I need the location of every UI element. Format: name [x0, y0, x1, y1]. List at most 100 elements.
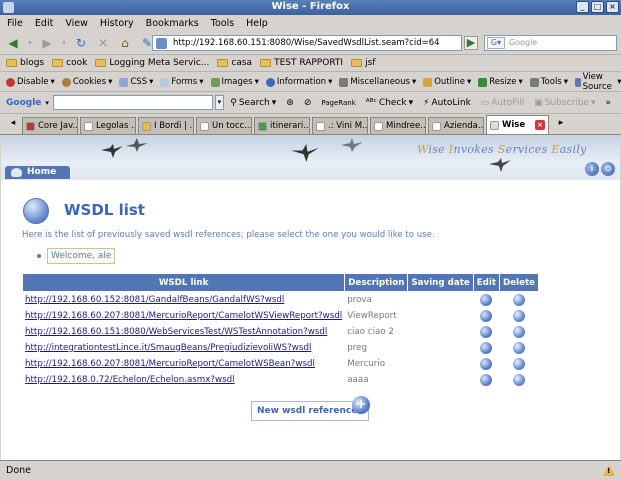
warning-icon[interactable]: ! [603, 465, 615, 476]
tab-un-tocco[interactable]: Un tocc... [196, 117, 252, 134]
status-text: Done [6, 465, 31, 476]
dev-images[interactable]: Images ▾ [210, 77, 259, 87]
menu-edit[interactable]: Edit [34, 18, 54, 29]
dropdown-icon[interactable]: ▾ [26, 34, 34, 52]
menu-bar: File Edit View History Bookmarks Tools H… [0, 15, 621, 31]
dev-resize[interactable]: Resize ▾ [478, 77, 523, 87]
tab-legolas[interactable]: Legolas ... [80, 117, 136, 134]
wsdl-link[interactable]: http://192.168.60.207:8081/MercurioRepor… [25, 359, 315, 369]
dev-outline[interactable]: Outline ▾ [423, 77, 471, 87]
close-window-button[interactable]: × [606, 1, 619, 13]
minimize-button[interactable]: _ [576, 1, 589, 13]
delete-icon[interactable] [513, 341, 526, 354]
tab-i-bordi[interactable]: I Bordi | ... [138, 117, 194, 134]
tab-wise[interactable]: Wise × [486, 115, 549, 134]
delete-icon[interactable] [513, 357, 526, 370]
menu-help[interactable]: Help [245, 18, 269, 29]
menu-history[interactable]: History [99, 18, 135, 29]
wsdl-saving-date [408, 324, 472, 339]
delete-icon[interactable] [513, 309, 526, 322]
menu-file[interactable]: File [6, 18, 24, 29]
menu-bookmarks[interactable]: Bookmarks [145, 18, 200, 29]
reload-icon[interactable]: ↻ [72, 34, 90, 52]
go-arrow-icon[interactable]: ▶ [464, 36, 478, 50]
delete-icon[interactable] [513, 373, 526, 386]
dev-information[interactable]: Information ▾ [265, 77, 332, 87]
binoculars-button[interactable]: ⊛ [286, 98, 294, 108]
pagerank-icon: PageRank [321, 98, 356, 107]
tab-scroll-right-icon[interactable]: ▸ [554, 118, 568, 132]
forward-arrow-icon[interactable]: ▶ [38, 34, 56, 52]
pagerank-button[interactable]: PageRank [321, 99, 355, 107]
tab-azienda[interactable]: Azienda... [428, 117, 484, 134]
dev-tools[interactable]: Tools ▾ [529, 77, 568, 87]
wsdl-link[interactable]: http://192.168.0.72/Echelon/Echelon.asmx… [25, 375, 235, 385]
home-icon[interactable]: ⌂ [116, 34, 134, 52]
edit-icon[interactable] [480, 357, 493, 370]
spellcheck-icon: ᴬᴮᶜ [365, 97, 377, 108]
autofill-button[interactable]: ▭ AutoFill [481, 98, 524, 108]
search-engine-icon[interactable]: G▾ [487, 37, 505, 49]
dev-cookies[interactable]: Cookies ▾ [61, 77, 112, 87]
menu-tools[interactable]: Tools [210, 18, 235, 29]
tab-core-java[interactable]: Core Jav... [22, 117, 78, 134]
bookmark-logging[interactable]: Logging Meta Servic... [95, 58, 209, 68]
site-favicon-icon [156, 38, 167, 49]
folder-icon [217, 59, 229, 67]
table-row: http://192.168.0.72/Echelon/Echelon.asmx… [23, 372, 538, 387]
url-bar[interactable]: http://192.168.60.151:8080/Wise/SavedWsd… [152, 35, 462, 51]
wsdl-link[interactable]: http://192.168.60.207:8081/MercurioRepor… [25, 311, 342, 321]
wsdl-link[interactable]: http://192.168.60.152:8081/GandalfBeans/… [25, 295, 284, 305]
dev-miscellaneous[interactable]: Miscellaneous ▾ [339, 77, 416, 87]
google-search-input[interactable] [52, 95, 213, 110]
subscribe-button[interactable]: ▣ Subscribe ▾ [534, 98, 595, 108]
bookmark-casa[interactable]: casa [217, 58, 252, 68]
table-header-row: WSDL link Description Saving date Edit D… [23, 274, 539, 291]
bookmark-cook[interactable]: cook [52, 58, 87, 68]
edit-icon[interactable] [480, 293, 493, 306]
edit-icon[interactable] [480, 309, 493, 322]
autolink-button[interactable]: ⚡ AutoLink [423, 98, 471, 108]
view-source-icon [575, 77, 581, 87]
bookmark-test-rapporti[interactable]: TEST RAPPORTI [260, 58, 343, 68]
bookmark-jsf[interactable]: jsf [351, 58, 375, 68]
stop-icon[interactable]: ✕ [94, 34, 112, 52]
info-icon[interactable]: i [585, 162, 599, 176]
dev-disable[interactable]: Disable ▾ [6, 77, 55, 87]
bookmark-blogs[interactable]: blogs [6, 58, 44, 68]
tab-itinerari[interactable]: itinerari... [254, 117, 310, 134]
delete-icon[interactable] [513, 325, 526, 338]
web-search-input[interactable]: G▾ Google [484, 35, 617, 51]
logout-icon[interactable]: ⏻ [601, 162, 615, 176]
edit-icon[interactable] [480, 341, 493, 354]
bookmarks-toolbar: blogs cook Logging Meta Servic... casa T… [0, 55, 621, 72]
dropdown-icon[interactable]: ▾ [60, 34, 68, 52]
back-arrow-icon[interactable]: ◀ [4, 34, 22, 52]
menu-view[interactable]: View [64, 18, 89, 29]
google-history-dropdown[interactable]: ▾ [214, 95, 225, 110]
popup-blocker-button[interactable]: ⊘ [304, 98, 312, 108]
google-menu-icon[interactable]: ▾ [45, 99, 49, 107]
search-placeholder: Google [509, 38, 538, 47]
toolbar-overflow-button[interactable]: » [605, 98, 611, 108]
tab-mindree[interactable]: Mindree... [370, 117, 426, 134]
dev-forms[interactable]: Forms ▾ [160, 77, 204, 87]
edit-icon[interactable] [480, 373, 493, 386]
wsdl-saving-date [408, 308, 472, 323]
new-wsdl-reference-button[interactable]: New wsdl reference + [251, 396, 370, 421]
wsdl-link[interactable]: http://192.168.60.151:8080/WebServicesTe… [25, 327, 327, 337]
delete-icon[interactable] [513, 293, 526, 306]
dev-view-source[interactable]: View Source ▾ [575, 72, 621, 92]
dev-css[interactable]: CSS ▾ [119, 77, 153, 87]
edit-icon[interactable] [480, 325, 493, 338]
tab-list-icon[interactable]: ◂ [6, 118, 20, 132]
column-saving-date: Saving date [408, 274, 473, 291]
google-logo[interactable]: Google [6, 98, 41, 108]
tab-vini[interactable]: .: Vini M... [312, 117, 368, 134]
close-tab-icon[interactable]: × [535, 120, 545, 130]
google-search-button[interactable]: ⚲ Search ▾ [230, 98, 276, 108]
spell-check-button[interactable]: ᴬᴮᶜ Check ▾ [366, 98, 413, 108]
maximize-button[interactable]: □ [591, 1, 604, 13]
wsdl-link[interactable]: http://integrationtestLince.it/SmaugBean… [25, 343, 311, 353]
home-tab[interactable]: Home [5, 166, 70, 179]
